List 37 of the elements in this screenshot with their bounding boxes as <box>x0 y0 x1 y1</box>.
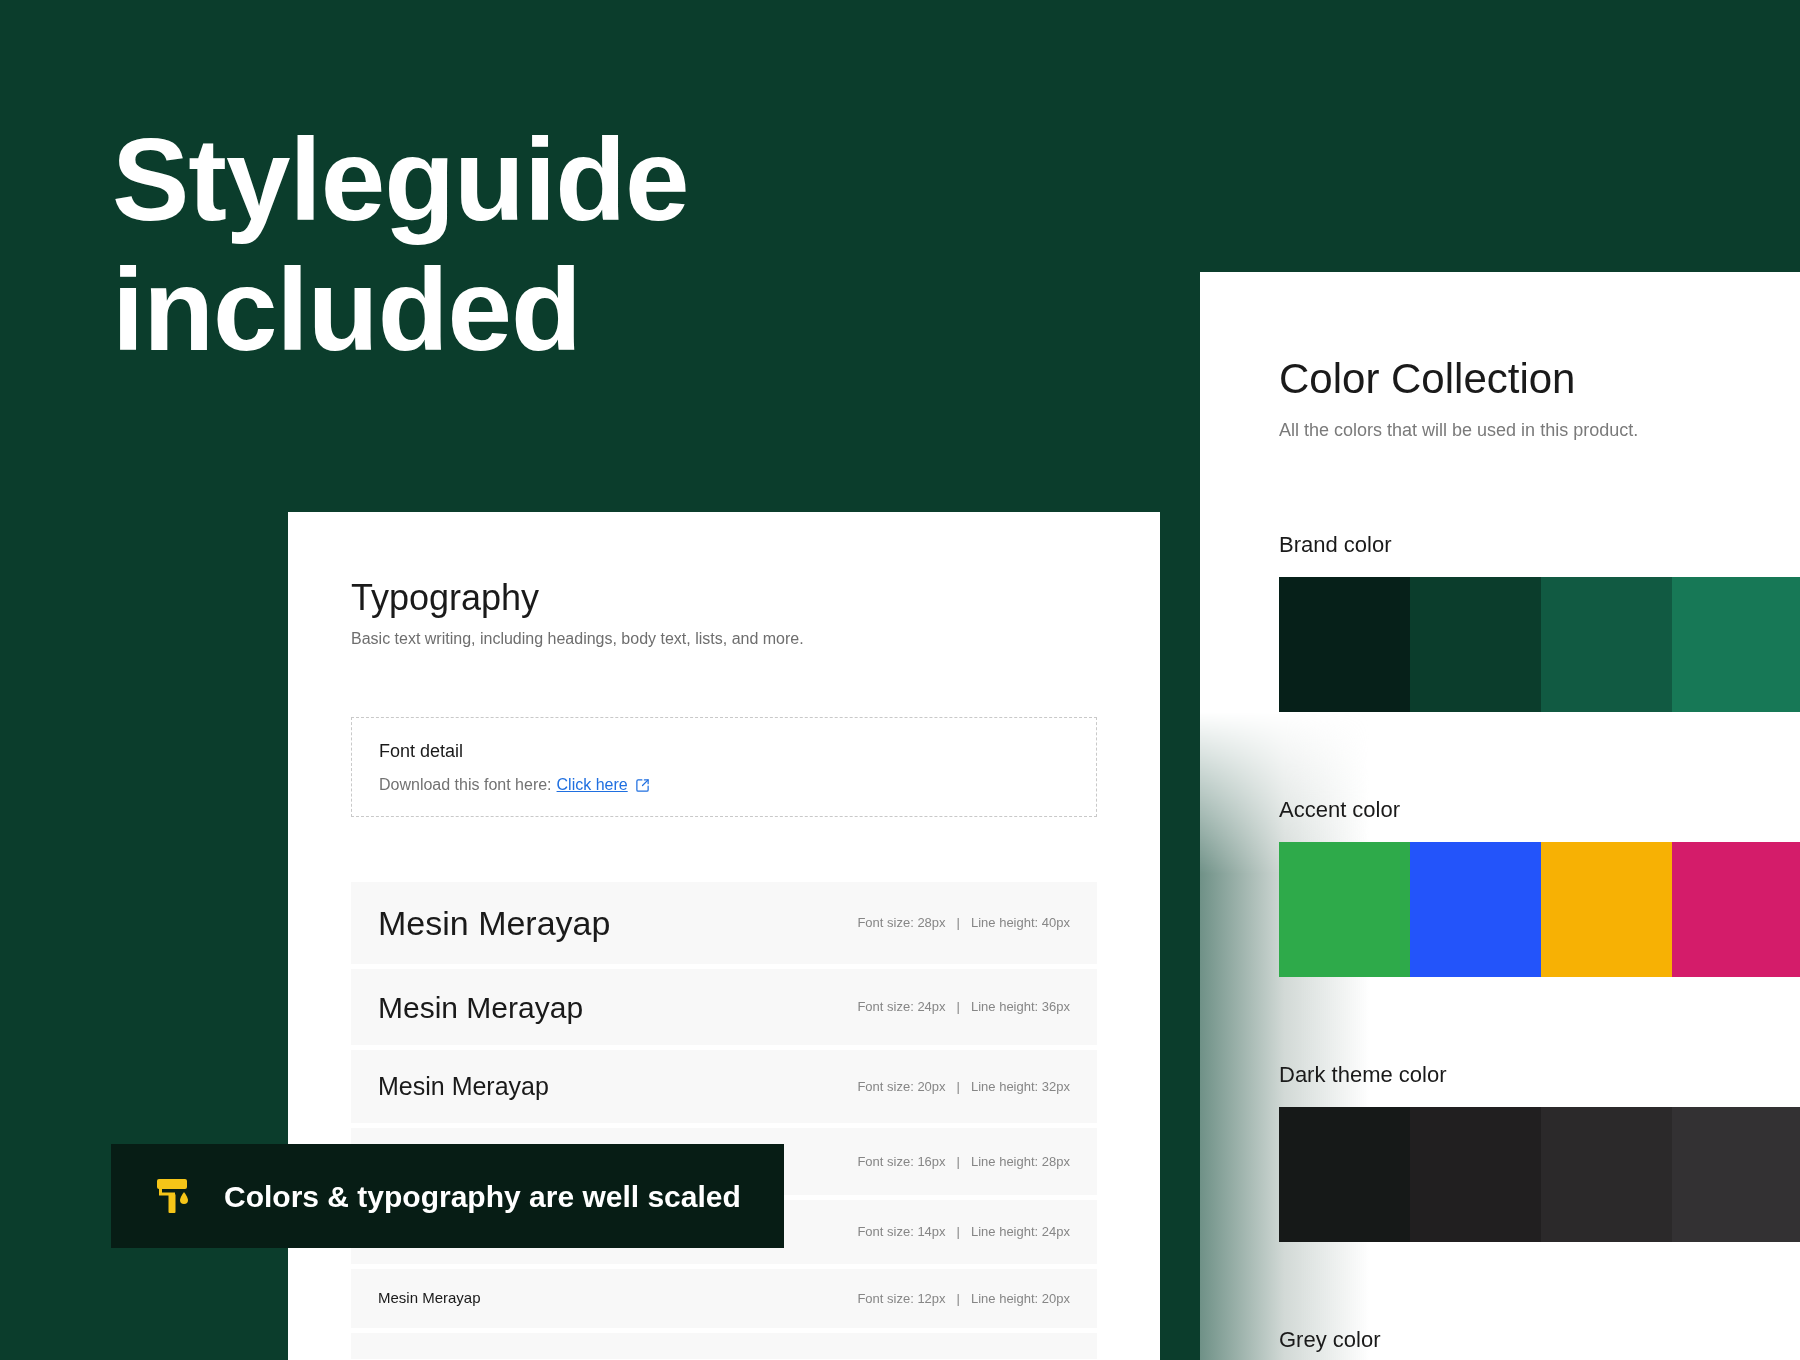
sample-text: Mesin Merayap <box>378 902 611 944</box>
paint-roller-icon <box>157 1179 189 1213</box>
sample-text: Mesin Merayap <box>378 1070 549 1102</box>
toast-text: Colors & typography are well scaled <box>224 1178 741 1215</box>
separator-text: | <box>956 998 960 1017</box>
color-group-label: Accent color <box>1279 796 1401 824</box>
card-subtitle: Basic text writing, including headings, body text, lists, and more. <box>351 629 804 649</box>
line-height-text: Line height: 28px <box>970 1152 1070 1171</box>
color-group-label: Dark theme color <box>1279 1061 1447 1089</box>
font-size-text: Font size: 16px <box>857 1152 946 1171</box>
separator-text: | <box>956 1289 960 1308</box>
font-size-text: Font size: 28px <box>857 914 946 933</box>
line-height-text: Line height: 24px <box>970 1223 1070 1242</box>
color-group-label: Grey color <box>1279 1326 1381 1354</box>
separator-text: | <box>956 1223 960 1242</box>
sample-text: Mesin Merayap <box>378 989 584 1026</box>
card-title: Typography <box>351 578 540 618</box>
line-height-text: Line height: 36px <box>970 998 1070 1017</box>
separator-text: | <box>956 1152 960 1171</box>
sample-text: Mesin Merayap <box>378 1288 481 1309</box>
line-height-text: Line height: 32px <box>970 1077 1070 1096</box>
hero-title: Styleguide included <box>112 115 689 375</box>
line-height-text: Line height: 20px <box>970 1289 1070 1308</box>
font-detail-title: Font detail <box>379 740 464 763</box>
external-link-icon[interactable] <box>634 777 650 793</box>
font-size-text: Font size: 20px <box>857 1077 946 1096</box>
line-height-text: Line height: 40px <box>970 914 1070 933</box>
separator-text: | <box>956 1077 960 1096</box>
download-link[interactable]: Click here <box>556 773 628 797</box>
separator-text: | <box>956 914 960 933</box>
download-text: Download this font here: <box>379 775 552 795</box>
color-group-label: Brand color <box>1279 531 1392 559</box>
panel-title: Color Collection <box>1279 354 1576 404</box>
font-size-text: Font size: 24px <box>857 998 946 1017</box>
font-size-text: Font size: 12px <box>857 1289 946 1308</box>
font-size-text: Font size: 14px <box>857 1223 946 1242</box>
panel-subtitle: All the colors that will be used in this product. <box>1279 419 1639 442</box>
